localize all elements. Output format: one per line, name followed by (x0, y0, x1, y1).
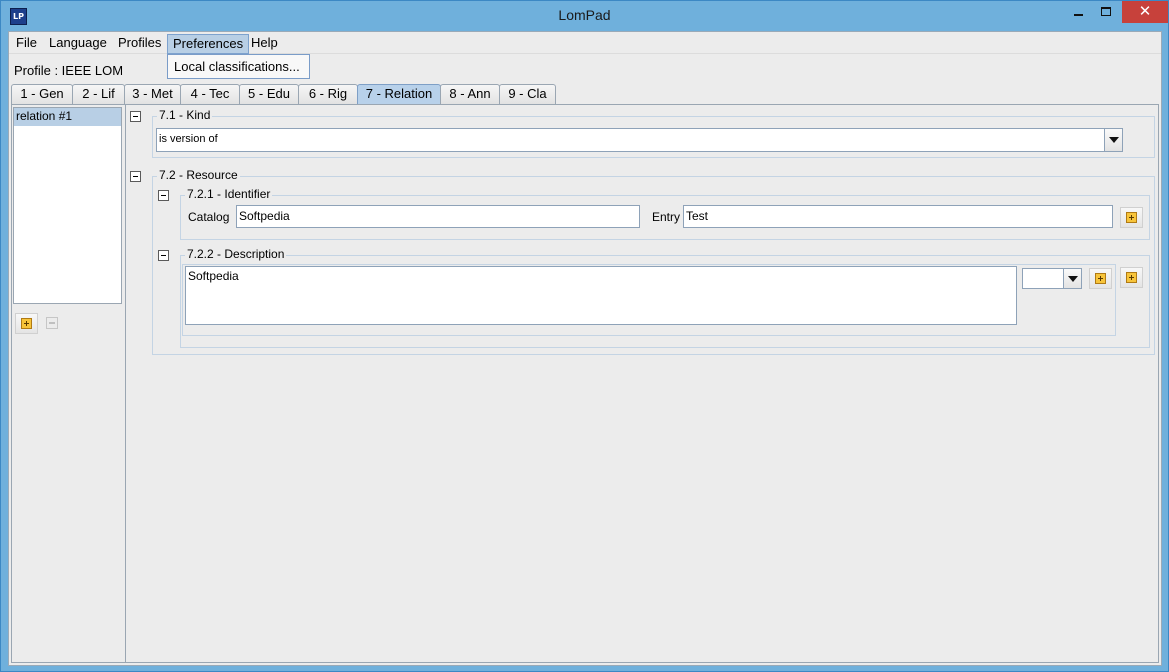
tab-technical[interactable]: 4 - Tec (180, 84, 240, 104)
add-identifier-button[interactable] (1120, 207, 1143, 228)
entry-input[interactable]: Test (683, 205, 1113, 228)
kind-select[interactable]: is version of (156, 128, 1123, 152)
collapse-icon (133, 116, 138, 117)
entry-label: Entry (652, 210, 681, 224)
add-relation-button[interactable] (15, 313, 38, 334)
resource-legend: 7.2 - Resource (157, 168, 240, 182)
tab-annotation[interactable]: 8 - Ann (440, 84, 500, 104)
chevron-down-icon[interactable] (1104, 129, 1122, 151)
collapse-icon (133, 176, 138, 177)
description-entry: Softpedia (182, 264, 1116, 336)
collapse-kind-button[interactable] (130, 111, 141, 122)
minimize-button[interactable] (1067, 1, 1091, 23)
tab-lifecycle[interactable]: 2 - Lif (72, 84, 125, 104)
window-title: LomPad (558, 7, 611, 23)
minus-icon (49, 322, 55, 324)
menu-item-local-classifications[interactable]: Local classifications... (174, 59, 300, 74)
close-icon: ✕ (1138, 2, 1152, 20)
plus-icon (1126, 272, 1137, 283)
menu-bar: File Language Profiles Preferences Help (9, 32, 1161, 54)
add-description-button[interactable] (1120, 267, 1143, 288)
collapse-resource-button[interactable] (130, 171, 141, 182)
preferences-dropdown: Local classifications... (167, 54, 310, 79)
relation-tab-panel: relation #1 7.1 - Kind is version of 7.2 (11, 104, 1159, 663)
collapse-icon (161, 195, 166, 196)
catalog-label: Catalog (188, 210, 230, 224)
resource-section: 7.2 - Resource 7.2.1 - Identifier Catalo… (152, 168, 1155, 355)
kind-section: 7.1 - Kind is version of (152, 108, 1155, 158)
tab-metametadata[interactable]: 3 - Met (124, 84, 181, 104)
collapse-description-button[interactable] (158, 250, 169, 261)
relations-list[interactable]: relation #1 (13, 107, 122, 304)
kind-select-value: is version of (159, 133, 218, 145)
title-bar[interactable]: LP LomPad ✕ (1, 1, 1168, 31)
profile-label: Profile : IEEE LOM (14, 63, 124, 78)
list-item[interactable]: relation #1 (14, 108, 121, 126)
remove-relation-button[interactable] (46, 317, 58, 329)
catalog-input[interactable]: Softpedia (236, 205, 640, 228)
tab-rights[interactable]: 6 - Rig (298, 84, 358, 104)
identifier-section: 7.2.1 - Identifier Catalog Softpedia Ent… (180, 187, 1150, 240)
plus-icon (1095, 273, 1106, 284)
description-legend: 7.2.2 - Description (185, 247, 287, 261)
menu-preferences[interactable]: Preferences (167, 34, 250, 54)
tab-general[interactable]: 1 - Gen (11, 84, 73, 104)
description-section: 7.2.2 - Description Softpedia (180, 247, 1150, 348)
identifier-legend: 7.2.1 - Identifier (185, 187, 273, 201)
description-textarea[interactable]: Softpedia (185, 266, 1017, 325)
maximize-button[interactable] (1094, 1, 1118, 23)
menu-help[interactable]: Help (246, 34, 283, 54)
collapse-icon (161, 255, 166, 256)
plus-icon (1126, 212, 1137, 223)
plus-icon (21, 318, 32, 329)
kind-legend: 7.1 - Kind (157, 108, 213, 122)
close-button[interactable]: ✕ (1122, 1, 1168, 23)
minimize-icon (1074, 14, 1083, 16)
maximize-icon (1101, 7, 1111, 16)
tab-educational[interactable]: 5 - Edu (239, 84, 299, 104)
collapse-identifier-button[interactable] (158, 190, 169, 201)
app-window: LP LomPad ✕ File Language Profiles Prefe… (0, 0, 1169, 672)
chevron-down-icon[interactable] (1063, 269, 1081, 288)
tab-relation[interactable]: 7 - Relation (357, 84, 441, 105)
relation-editor: 7.1 - Kind is version of 7.2 - Resource … (125, 105, 1158, 662)
menu-language[interactable]: Language (44, 34, 112, 54)
menu-file[interactable]: File (11, 34, 42, 54)
tab-classification[interactable]: 9 - Cla (499, 84, 556, 104)
description-language-select[interactable] (1022, 268, 1082, 289)
client-area: File Language Profiles Preferences Help … (8, 31, 1162, 666)
menu-profiles[interactable]: Profiles (113, 34, 166, 54)
add-description-language-button[interactable] (1089, 268, 1112, 289)
